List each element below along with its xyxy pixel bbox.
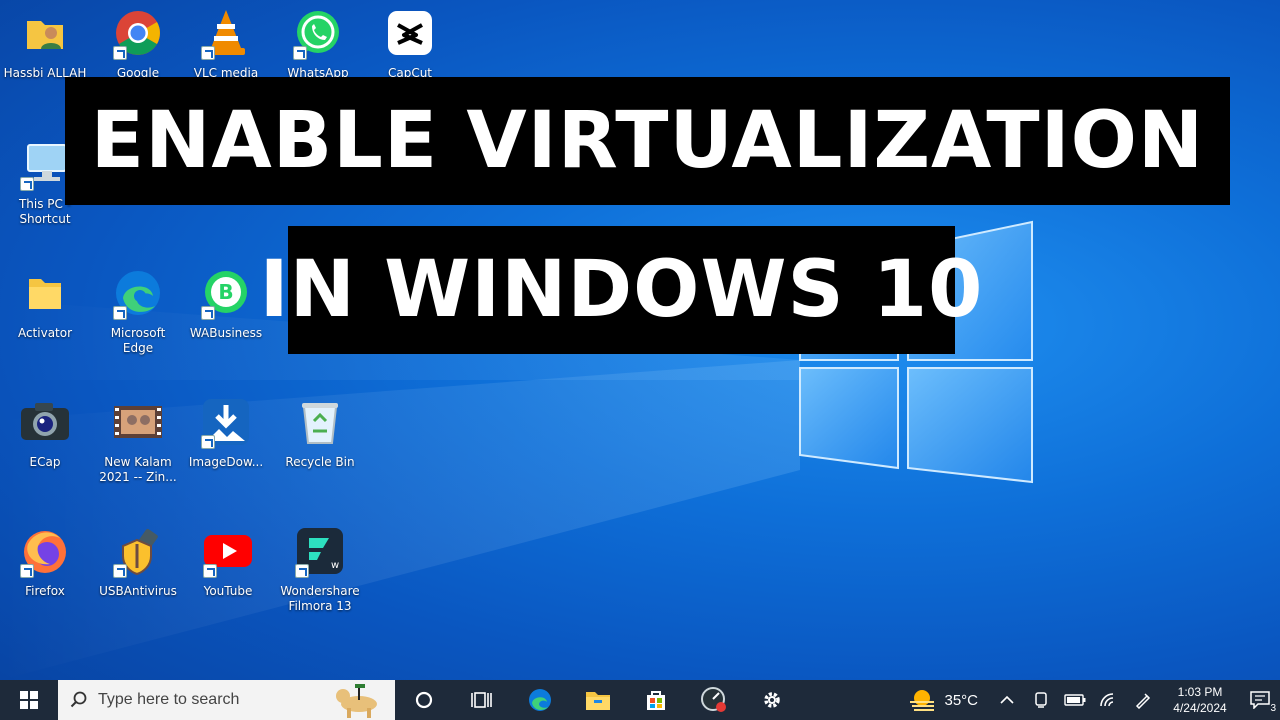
search-icon: [70, 691, 87, 708]
shortcut-arrow-icon: [20, 177, 34, 191]
icon-label: Firefox: [25, 584, 65, 598]
pen-icon: [1135, 693, 1151, 709]
taskbar-search-box[interactable]: [58, 680, 395, 720]
edge-icon: [529, 689, 551, 711]
filmora-icon: w: [293, 524, 347, 578]
store-icon: [647, 691, 665, 710]
shortcut-arrow-icon: [295, 564, 309, 578]
chrome-icon: [111, 6, 165, 60]
desktop-icon-recycle-bin[interactable]: Recycle Bin: [276, 391, 364, 511]
system-tray: 35°C 1:03 PM 4/24/2024 3: [902, 680, 1280, 720]
icon-label: New Kalam 2021 -- Zin...: [99, 455, 177, 484]
shortcut-arrow-icon: [113, 46, 127, 60]
svg-text:w: w: [331, 560, 339, 571]
capcut-icon: [383, 6, 437, 60]
logo-pane-bottom-left: [799, 367, 899, 470]
battery-icon: [1064, 694, 1086, 706]
desktop-icon-ecap[interactable]: ECap: [1, 391, 89, 511]
desktop-icon-firefox[interactable]: Firefox: [1, 520, 89, 640]
tray-meet-now[interactable]: [1024, 680, 1058, 720]
svg-text:B: B: [218, 280, 233, 304]
action-center-button[interactable]: 3: [1240, 680, 1280, 720]
desktop-icon-filmora[interactable]: w Wondershare Filmora 13: [276, 520, 364, 640]
title-banner-line-1: ENABLE VIRTUALIZATION: [65, 77, 1230, 205]
start-button[interactable]: [0, 680, 58, 720]
device-icon: [1035, 692, 1047, 708]
taskbar-screen-recorder[interactable]: [685, 680, 743, 720]
desktop-icon-imagedownloader[interactable]: ImageDow...: [182, 391, 270, 511]
icon-label: WABusiness: [189, 326, 263, 340]
settings-icon: [764, 692, 780, 708]
notification-count-badge: 3: [1270, 703, 1276, 714]
recycle-bin-icon: [293, 395, 347, 449]
logo-pane-bottom-right: [907, 367, 1033, 484]
shortcut-arrow-icon: [201, 306, 215, 320]
folder-icon: [18, 266, 72, 320]
chevron-up-icon: [1000, 695, 1014, 704]
edge-icon: [111, 266, 165, 320]
taskbar-clock[interactable]: 1:03 PM 4/24/2024: [1160, 684, 1240, 716]
shortcut-arrow-icon: [113, 306, 127, 320]
shortcut-arrow-icon: [201, 46, 215, 60]
cortana-icon: [415, 691, 433, 709]
taskbar-settings[interactable]: [743, 680, 801, 720]
shortcut-arrow-icon: [293, 46, 307, 60]
weather-temperature: 35°C: [944, 691, 978, 709]
clock-date: 4/24/2024: [1173, 701, 1227, 715]
shortcut-arrow-icon: [20, 564, 34, 578]
taskbar-edge[interactable]: [511, 680, 569, 720]
whatsapp-icon: [291, 6, 345, 60]
youtube-icon: [201, 524, 255, 578]
desktop-icon-activator[interactable]: Activator: [1, 262, 89, 382]
tray-battery[interactable]: [1058, 680, 1092, 720]
search-highlight-dog-icon: [336, 684, 377, 718]
clock-time: 1:03 PM: [1177, 685, 1223, 699]
desktop-icon-wabusiness[interactable]: B WABusiness: [182, 262, 270, 382]
firefox-icon: [18, 524, 72, 578]
icon-label: USBAntivirus: [99, 584, 177, 598]
taskbar: 35°C 1:03 PM 4/24/2024 3: [0, 680, 1280, 720]
whatsapp-business-icon: B: [199, 266, 253, 320]
desktop-icon-youtube[interactable]: YouTube: [184, 520, 272, 640]
cortana-button[interactable]: [395, 680, 453, 720]
icon-label: YouTube: [203, 584, 253, 598]
windows-logo-icon: [20, 691, 38, 709]
search-input[interactable]: [98, 691, 318, 709]
icon-label: ImageDow...: [188, 455, 264, 469]
tray-pen[interactable]: [1126, 680, 1160, 720]
show-hidden-icons-button[interactable]: [990, 680, 1024, 720]
icon-label: Activator: [17, 326, 73, 340]
shortcut-arrow-icon: [113, 564, 127, 578]
icon-label: Recycle Bin: [285, 455, 355, 469]
task-view-button[interactable]: [453, 680, 511, 720]
icon-label: Microsoft Edge: [110, 326, 166, 355]
camera-icon: [18, 395, 72, 449]
icon-label: Wondershare Filmora 13: [280, 584, 360, 613]
tray-network[interactable]: [1092, 680, 1126, 720]
title-banner-line-2: IN WINDOWS 10: [260, 226, 982, 354]
task-view-icon: [471, 692, 492, 708]
screen-recorder-icon: [701, 687, 726, 712]
weather-widget[interactable]: 35°C: [902, 687, 990, 713]
sun-haze-icon: [910, 690, 935, 711]
notification-icon: [1250, 691, 1270, 709]
vlc-icon: [199, 6, 253, 60]
file-explorer-icon: [586, 692, 610, 710]
desktop-icon-usbantivirus[interactable]: USBAntivirus: [94, 520, 182, 640]
shortcut-arrow-icon: [203, 564, 217, 578]
desktop-icon-microsoft-edge[interactable]: Microsoft Edge: [94, 262, 182, 382]
shortcut-arrow-icon: [201, 435, 215, 449]
taskbar-store[interactable]: [627, 680, 685, 720]
icon-label: ECap: [29, 455, 61, 469]
this-pc-icon: [18, 137, 72, 191]
image-downloader-icon: [199, 395, 253, 449]
wifi-icon: [1100, 693, 1114, 707]
usb-antivirus-icon: [111, 524, 165, 578]
desktop-icon-new-kalam[interactable]: New Kalam 2021 -- Zin...: [94, 391, 182, 511]
video-file-icon: [111, 395, 165, 449]
taskbar-file-explorer[interactable]: [569, 680, 627, 720]
user-folder-icon: [18, 6, 72, 60]
